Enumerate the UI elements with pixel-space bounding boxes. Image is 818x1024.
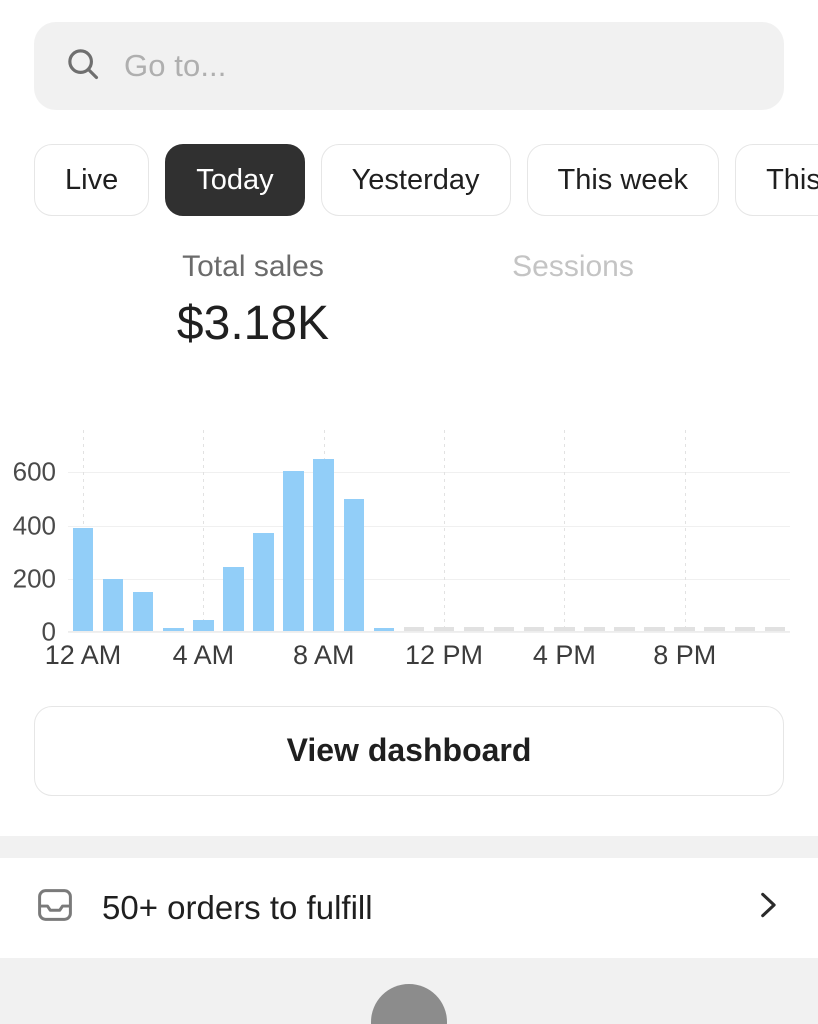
chart-bar-slot <box>279 446 309 632</box>
chart-bar-slot <box>760 446 790 632</box>
bottom-spacer <box>0 958 818 1024</box>
chart-bar-slot <box>609 446 639 632</box>
chart-gridline <box>68 632 790 633</box>
mobile-app-screen: Go to... Live Today Yesterday This week … <box>0 0 818 1024</box>
metric-label: Sessions <box>512 248 634 286</box>
metrics-carousel[interactable]: Visitors 28 right now Total sales $3.18K… <box>0 216 818 398</box>
metric-card-visitors[interactable]: Visitors 28 right now <box>0 248 93 398</box>
chart-bar-slot <box>639 446 669 632</box>
chart-bar-slot <box>579 446 609 632</box>
chart-x-axis-labels: 12 AM4 AM8 AM12 PM4 PM8 PM <box>68 640 790 680</box>
chart-x-tick-label: 8 AM <box>293 640 355 671</box>
filter-pill-today[interactable]: Today <box>165 144 304 216</box>
chart-bar-slot <box>730 446 760 632</box>
chart-baseline <box>68 631 790 632</box>
chart-bar-slot <box>128 446 158 632</box>
filter-pill-live[interactable]: Live <box>34 144 149 216</box>
filter-pill-yesterday[interactable]: Yesterday <box>321 144 511 216</box>
chart-bar <box>344 499 364 632</box>
chart-bar-slot <box>519 446 549 632</box>
chart-bar-slot <box>429 446 459 632</box>
chart-bar-slot <box>549 446 579 632</box>
chart-bar-slot <box>339 446 369 632</box>
chart-bar <box>223 567 243 632</box>
filter-pill-this-month[interactable]: This month <box>735 144 818 216</box>
filter-pill-label: Today <box>196 164 273 197</box>
chart-x-tick-label: 4 AM <box>173 640 235 671</box>
chart-y-tick-label: 600 <box>13 457 56 488</box>
chart-plot-area: 0200400600 <box>68 446 790 632</box>
filter-pill-label: Live <box>65 164 118 197</box>
inbox-icon <box>34 884 76 931</box>
filter-pill-label: This week <box>558 164 689 197</box>
chart-bar <box>253 533 273 632</box>
chart-bar-slot <box>399 446 429 632</box>
chart-bar <box>283 471 303 632</box>
chart-bar-slot <box>98 446 128 632</box>
chart-bar-slot <box>188 446 218 632</box>
orders-to-fulfill-label: 50+ orders to fulfill <box>102 889 724 927</box>
chart-x-tick-label: 12 PM <box>405 640 483 671</box>
chart-bars <box>68 446 790 632</box>
chevron-right-icon[interactable] <box>750 888 784 927</box>
chart-bar <box>73 528 93 632</box>
chart-bar-slot <box>218 446 248 632</box>
filter-pill-label: Yesterday <box>352 164 480 197</box>
metric-value: $3.18K <box>177 298 329 351</box>
view-dashboard-button[interactable]: View dashboard <box>34 706 784 796</box>
dashboard-button-wrap: View dashboard <box>0 690 818 796</box>
chart-bar <box>103 579 123 632</box>
chart-x-tick-label: 12 AM <box>45 640 122 671</box>
avatar[interactable] <box>371 984 447 1024</box>
chart-x-tick-label: 4 PM <box>533 640 596 671</box>
filter-pill-this-week[interactable]: This week <box>527 144 720 216</box>
search-placeholder: Go to... <box>124 48 226 84</box>
chart-bar-slot <box>459 446 489 632</box>
filter-pill-row[interactable]: Live Today Yesterday This week This mont… <box>0 110 818 216</box>
search-icon <box>64 45 102 88</box>
metric-card-sessions[interactable]: Sessions <box>413 248 733 398</box>
chart-bar <box>133 592 153 632</box>
filter-pill-label: This month <box>766 164 818 197</box>
search-section: Go to... <box>0 0 818 110</box>
section-divider <box>0 836 818 858</box>
chart-bar-slot <box>369 446 399 632</box>
orders-to-fulfill-row[interactable]: 50+ orders to fulfill <box>0 858 818 958</box>
chart-bar-slot <box>489 446 519 632</box>
chart-bar-slot <box>68 446 98 632</box>
chart-bar <box>313 459 333 632</box>
view-dashboard-label: View dashboard <box>287 732 532 769</box>
chart-bar-slot <box>670 446 700 632</box>
chart-bar-slot <box>248 446 278 632</box>
chart-y-tick-label: 200 <box>13 563 56 594</box>
chart-x-tick-label: 8 PM <box>653 640 716 671</box>
chart-y-tick-label: 400 <box>13 510 56 541</box>
hourly-sales-chart[interactable]: 0200400600 12 AM 4 AM 8 AM 12 PM 4 PM 8 PM <box>0 440 818 690</box>
metric-label: Total sales <box>182 248 324 286</box>
chart-bar-slot <box>158 446 188 632</box>
search-input[interactable]: Go to... <box>34 22 784 110</box>
chart-bar-slot <box>309 446 339 632</box>
metric-card-total-sales[interactable]: Total sales $3.18K <box>93 248 413 398</box>
chart-bar-slot <box>700 446 730 632</box>
